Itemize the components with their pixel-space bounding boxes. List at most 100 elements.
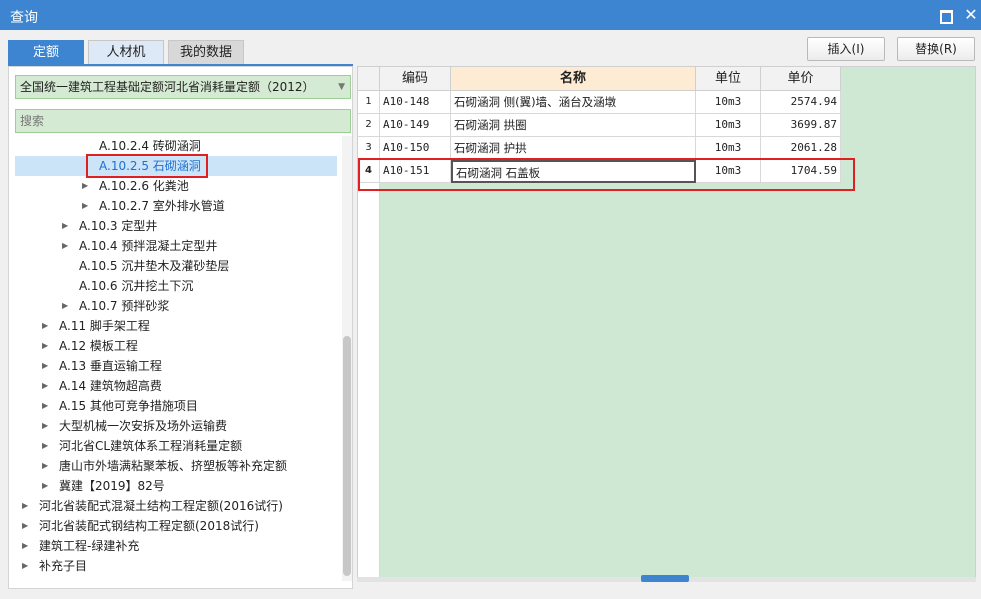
tree-node[interactable]: ▶ 建筑工程-绿建补充 (9, 536, 341, 556)
expand-arrow-icon[interactable]: ▶ (42, 476, 52, 496)
tree-node[interactable]: ▶ 冀建【2019】82号 (9, 476, 341, 496)
window-titlebar: 查询 ✕ (0, 0, 981, 30)
search-input[interactable] (15, 109, 351, 133)
cell-unit[interactable]: 10m3 (696, 114, 761, 137)
tab-my-data[interactable]: 我的数据 (168, 40, 244, 65)
tree-node-label: A.10.7 预拌砂浆 (79, 299, 170, 313)
expand-arrow-icon[interactable]: ▶ (42, 416, 52, 436)
expand-arrow-icon[interactable]: ▶ (42, 376, 52, 396)
left-panel: 全国统一建筑工程基础定额河北省消耗量定额（2012） ▼ A.10.2.4 砖砌… (8, 66, 353, 589)
cell-unit[interactable]: 10m3 (696, 91, 761, 114)
insert-button[interactable]: 插入(I) (807, 37, 885, 61)
tree-node[interactable]: A.10.5 沉井垫木及灌砂垫层 (9, 256, 341, 276)
scrollbar-grip[interactable] (641, 575, 689, 582)
cell-name[interactable]: 石砌涵洞 侧(翼)墙、涵台及涵墩 (451, 91, 696, 114)
tree-node[interactable]: ▶ 河北省装配式混凝土结构工程定额(2016试行) (9, 496, 341, 516)
tree-node-label: A.13 垂直运输工程 (59, 359, 162, 373)
tree-node[interactable]: ▶ A.10.3 定型井 (9, 216, 341, 236)
expand-arrow-icon[interactable]: ▶ (42, 396, 52, 416)
tree-node-label: 大型机械一次安拆及场外运输费 (59, 419, 228, 433)
tree-node-label: 冀建【2019】82号 (59, 479, 165, 493)
cell-name[interactable]: 石砌涵洞 护拱 (451, 137, 696, 160)
chevron-down-icon[interactable]: ▼ (338, 76, 345, 98)
tree-node-label: A.10.5 沉井垫木及灌砂垫层 (79, 259, 230, 273)
row-number[interactable]: 2 (358, 114, 380, 137)
tree-node-label: A.15 其他可竞争措施项目 (59, 399, 198, 413)
tree-node[interactable]: A.10.6 沉井挖土下沉 (9, 276, 341, 296)
tree-node-label: 建筑工程-绿建补充 (39, 539, 140, 553)
grid-header-code[interactable]: 编码 (380, 67, 451, 91)
tab-quota[interactable]: 定额 (8, 40, 84, 65)
row-number[interactable]: 3 (358, 137, 380, 160)
tree-node[interactable]: ▶ A.10.2.6 化粪池 (9, 176, 341, 196)
expand-arrow-icon[interactable]: ▶ (42, 336, 52, 356)
expand-arrow-icon[interactable]: ▶ (42, 436, 52, 456)
tree-node[interactable]: ▶ 唐山市外墙满粘聚苯板、挤塑板等补充定额 (9, 456, 341, 476)
cell-name[interactable]: 石砌涵洞 拱圈 (451, 114, 696, 137)
grid-horizontal-scrollbar[interactable] (357, 575, 976, 582)
tree-node[interactable]: ▶ A.13 垂直运输工程 (9, 356, 341, 376)
tree-node-label: 河北省装配式混凝土结构工程定额(2016试行) (39, 499, 283, 513)
quota-tree: A.10.2.4 砖砌涵洞 A.10.2.5 石砌涵洞 ▶ A.10.2.6 化… (9, 136, 341, 576)
library-select-value: 全国统一建筑工程基础定额河北省消耗量定额（2012） (20, 80, 315, 94)
tree-node-label: A.10.2.6 化粪池 (99, 179, 189, 193)
tree-node-label: A.10.3 定型井 (79, 219, 158, 233)
tree-node[interactable]: ▶ A.11 脚手架工程 (9, 316, 341, 336)
tree-node-label: 河北省装配式钢结构工程定额(2018试行) (39, 519, 259, 533)
row-number-column (358, 181, 380, 581)
cell-price[interactable]: 3699.87 (761, 114, 841, 137)
tree-node-label: A.11 脚手架工程 (59, 319, 150, 333)
expand-arrow-icon[interactable]: ▶ (82, 176, 92, 196)
tree-node[interactable]: ▶ A.10.7 预拌砂浆 (9, 296, 341, 316)
cell-price[interactable]: 2061.28 (761, 137, 841, 160)
expand-arrow-icon[interactable]: ▶ (22, 556, 32, 576)
tree-node[interactable]: A.10.2.4 砖砌涵洞 (9, 136, 341, 156)
tree-node[interactable]: ▶ A.12 模板工程 (9, 336, 341, 356)
close-icon[interactable]: ✕ (962, 6, 980, 24)
grid-header-name[interactable]: 名称 (451, 67, 696, 91)
grid-header-corner (358, 67, 380, 91)
row-highlight-box (358, 158, 855, 191)
cell-code[interactable]: A10-149 (380, 114, 451, 137)
tree-node[interactable]: ▶ A.10.2.7 室外排水管道 (9, 196, 341, 216)
expand-arrow-icon[interactable]: ▶ (22, 536, 32, 556)
expand-arrow-icon[interactable]: ▶ (42, 456, 52, 476)
row-number[interactable]: 1 (358, 91, 380, 114)
expand-arrow-icon[interactable]: ▶ (62, 216, 72, 236)
tree-node-label: 唐山市外墙满粘聚苯板、挤塑板等补充定额 (59, 459, 288, 473)
tree-node[interactable]: ▶ 补充子目 (9, 556, 341, 576)
grid-header-price[interactable]: 单价 (761, 67, 841, 91)
expand-arrow-icon[interactable]: ▶ (42, 356, 52, 376)
maximize-icon[interactable] (936, 6, 954, 24)
expand-arrow-icon[interactable]: ▶ (62, 236, 72, 256)
expand-arrow-icon[interactable]: ▶ (62, 296, 72, 316)
tree-node-label: A.10.4 预拌混凝土定型井 (79, 239, 218, 253)
expand-arrow-icon[interactable]: ▶ (22, 496, 32, 516)
tree-node-label: A.12 模板工程 (59, 339, 138, 353)
tree-node[interactable]: ▶ 河北省装配式钢结构工程定额(2018试行) (9, 516, 341, 536)
tab-materials[interactable]: 人材机 (88, 40, 164, 65)
selection-highlight-box (86, 154, 208, 178)
tree-node-label: 河北省CL建筑体系工程消耗量定额 (59, 439, 243, 453)
tree-node-label: A.10.2.4 砖砌涵洞 (99, 139, 201, 153)
expand-arrow-icon[interactable]: ▶ (22, 516, 32, 536)
tree-node[interactable]: ▶ 河北省CL建筑体系工程消耗量定额 (9, 436, 341, 456)
library-select[interactable]: 全国统一建筑工程基础定额河北省消耗量定额（2012） ▼ (15, 75, 351, 99)
tree-node[interactable]: ▶ A.10.4 预拌混凝土定型井 (9, 236, 341, 256)
tree-node-label: A.10.2.7 室外排水管道 (99, 199, 225, 213)
tree-node[interactable]: ▶ A.15 其他可竞争措施项目 (9, 396, 341, 416)
scrollbar-thumb[interactable] (343, 336, 351, 576)
replace-button[interactable]: 替换(R) (897, 37, 975, 61)
expand-arrow-icon[interactable]: ▶ (82, 196, 92, 216)
tree-scrollbar[interactable] (342, 136, 352, 581)
tree-node-label: 补充子目 (39, 559, 88, 573)
cell-price[interactable]: 2574.94 (761, 91, 841, 114)
tree-node[interactable]: ▶ A.14 建筑物超高费 (9, 376, 341, 396)
cell-unit[interactable]: 10m3 (696, 137, 761, 160)
cell-code[interactable]: A10-148 (380, 91, 451, 114)
expand-arrow-icon[interactable]: ▶ (42, 316, 52, 336)
grid-header-unit[interactable]: 单位 (696, 67, 761, 91)
window-title: 查询 (10, 10, 38, 26)
tree-node[interactable]: ▶ 大型机械一次安拆及场外运输费 (9, 416, 341, 436)
cell-code[interactable]: A10-150 (380, 137, 451, 160)
